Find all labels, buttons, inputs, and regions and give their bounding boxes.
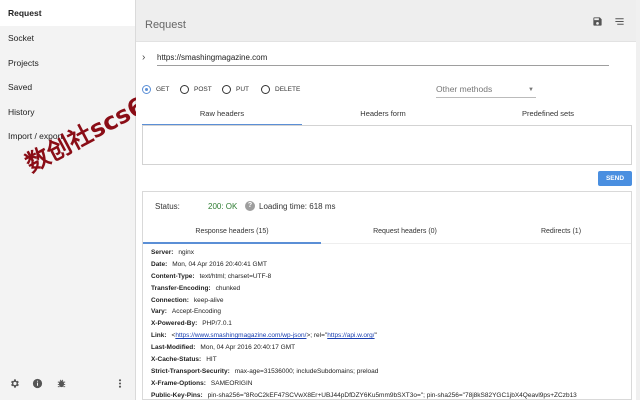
raw-headers-editor[interactable]	[142, 125, 632, 165]
header-row: X-Frame-Options: SAMEORIGIN	[151, 379, 253, 387]
header-row: Server: nginx	[151, 249, 194, 256]
info-icon[interactable]	[32, 378, 43, 394]
tab-request-headers[interactable]: Request headers (0)	[321, 224, 489, 244]
status-code: 200: OK	[208, 202, 238, 211]
app-window: Request Socket Projects Saved History Im…	[0, 0, 640, 400]
chevron-down-icon: ▼	[528, 87, 534, 93]
tab-redirects[interactable]: Redirects (1)	[489, 224, 631, 244]
header-link[interactable]: https://api.w.org/	[327, 332, 374, 339]
sidebar-item-request[interactable]: Request	[0, 0, 135, 26]
header-row: Content-Type: text/html; charset=UTF-8	[151, 272, 272, 280]
save-icon[interactable]	[592, 16, 603, 31]
method-label: PUT	[236, 86, 249, 93]
tab-predefined-sets[interactable]: Predefined sets	[464, 106, 632, 126]
sidebar: Request Socket Projects Saved History Im…	[0, 0, 165, 400]
tab-headers-form[interactable]: Headers form	[302, 106, 464, 126]
page-title: Request	[145, 19, 186, 31]
header-row: Last-Modified: Mon, 04 Apr 2016 20:40:17 …	[151, 344, 296, 352]
header-row: Strict-Transport-Security: max-age=315360…	[151, 367, 379, 375]
header-link[interactable]: https://www.smashingmagazine.com/wp-json…	[175, 332, 306, 339]
scrollbar[interactable]	[636, 0, 640, 400]
status-label: Status:	[155, 202, 180, 211]
toolbar: Request	[136, 0, 640, 42]
header-row: Connection: keep-alive	[151, 296, 224, 304]
method-label: DELETE	[275, 86, 301, 93]
header-row: Date: Mon, 04 Apr 2016 20:40:41 GMT	[151, 260, 267, 268]
sidebar-footer	[0, 378, 136, 392]
method-label: GET	[156, 86, 170, 93]
tab-response-headers[interactable]: Response headers (15)	[143, 224, 321, 244]
response-tabs: Response headers (15) Request headers (0…	[143, 224, 631, 244]
header-row: X-Powered-By: PHP/7.0.1	[151, 320, 232, 328]
other-methods-label: Other methods	[436, 84, 493, 94]
other-methods-dropdown[interactable]: Other methods ▼	[436, 84, 536, 98]
header-row: X-Cache-Status: HIT	[151, 356, 217, 364]
chevron-right-icon[interactable]: ›	[142, 52, 145, 63]
method-label: POST	[194, 86, 212, 93]
more-vert-icon[interactable]	[117, 378, 123, 394]
response-headers-list: Server: nginx Date: Mon, 04 Apr 2016 20:40…	[151, 247, 631, 399]
tab-raw-headers[interactable]: Raw headers	[142, 106, 302, 126]
header-row: Transfer-Encoding: chunked	[151, 284, 241, 292]
url-row: › https://smashingmagazine.com	[142, 52, 609, 68]
bug-icon[interactable]	[56, 378, 67, 394]
menu-icon[interactable]	[614, 16, 625, 31]
help-icon[interactable]: ?	[245, 201, 255, 211]
method-selector: GET POST PUT DELETE	[142, 84, 442, 98]
url-input[interactable]: https://smashingmagazine.com	[157, 53, 609, 66]
header-row: Link: <https://www.smashingmagazine.com/w…	[151, 332, 377, 340]
loading-time: Loading time: 618 ms	[259, 202, 336, 211]
settings-icon[interactable]	[9, 378, 20, 394]
sidebar-item-projects[interactable]: Projects	[0, 51, 135, 76]
status-row: Status: 200: OK ? Loading time: 618 ms	[155, 201, 336, 211]
header-row: Public-Key-Pins: pin-sha256="8RoC2kEF47SC…	[151, 391, 577, 399]
response-panel: Status: 200: OK ? Loading time: 618 ms R…	[142, 191, 632, 400]
send-button[interactable]: SEND	[598, 171, 632, 186]
main-panel: Request › https://smashingmagazine.com G…	[136, 0, 640, 400]
sidebar-item-socket[interactable]: Socket	[0, 26, 135, 51]
header-row: Vary: Accept-Encoding	[151, 308, 222, 316]
